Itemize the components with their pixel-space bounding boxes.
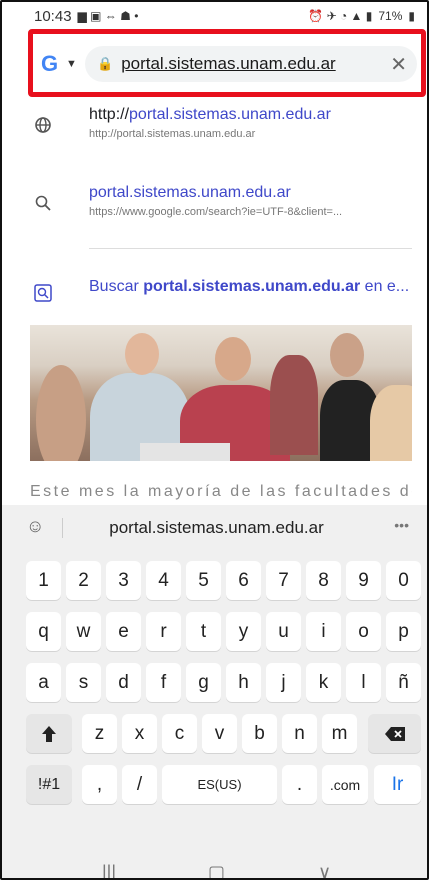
key-8[interactable]: 8 <box>306 561 341 600</box>
key-x[interactable]: x <box>122 714 157 753</box>
recents-icon[interactable]: ||| <box>102 862 116 878</box>
battery-icon: ▮ <box>408 9 415 23</box>
shift-icon <box>42 725 56 742</box>
key-r[interactable]: r <box>146 612 181 651</box>
key-9[interactable]: 9 <box>346 561 381 600</box>
search-in-page-suggestion[interactable]: Buscar portal.sistemas.unam.edu.ar en e.… <box>89 278 409 296</box>
key-h[interactable]: h <box>226 663 261 702</box>
students-photo <box>30 325 412 461</box>
notification-icons: ▆ ▣ ⇔ ☗ • <box>77 9 139 23</box>
symbols-key[interactable]: !#1 <box>26 765 72 804</box>
key-2[interactable]: 2 <box>66 561 101 600</box>
key-d[interactable]: d <box>106 663 141 702</box>
address-bar[interactable]: 🔒 portal.sistemas.unam.edu.ar ✕ <box>85 46 417 82</box>
address-bar-highlight: G ▼ 🔒 portal.sistemas.unam.edu.ar ✕ <box>28 29 426 97</box>
suggestion-title: portal.sistemas.unam.edu.ar <box>89 184 291 201</box>
keyboard-suggestion[interactable]: portal.sistemas.unam.edu.ar <box>2 518 427 538</box>
keyboard: ☺ portal.sistemas.unam.edu.ar ••• 1 2 3 … <box>2 505 427 878</box>
backspace-key[interactable] <box>368 714 421 753</box>
key-u[interactable]: u <box>266 612 301 651</box>
url-input[interactable]: portal.sistemas.unam.edu.ar <box>121 54 336 74</box>
key-e[interactable]: e <box>106 612 141 651</box>
key-5[interactable]: 5 <box>186 561 221 600</box>
key-4[interactable]: 4 <box>146 561 181 600</box>
key-m[interactable]: m <box>322 714 357 753</box>
key-0[interactable]: 0 <box>386 561 421 600</box>
phone-screen: 10:43 ▆ ▣ ⇔ ☗ • ⏰ ✈ ◔ ▲ ▮ 71% ▮ G ▼ 🔒 po… <box>0 0 429 880</box>
key-a[interactable]: a <box>26 663 61 702</box>
suggestion-search[interactable]: portal.sistemas.unam.edu.ar https://www.… <box>2 184 427 248</box>
space-key[interactable]: ES(US) <box>162 765 277 804</box>
key-b[interactable]: b <box>242 714 277 753</box>
home-icon[interactable]: ▢ <box>208 862 225 878</box>
key-t[interactable]: t <box>186 612 221 651</box>
key-z[interactable]: z <box>82 714 117 753</box>
system-icons: ⏰ ✈ ◔ ▲ ▮ <box>308 9 373 23</box>
more-options-icon[interactable]: ••• <box>394 517 409 533</box>
period-key[interactable]: . <box>282 765 317 804</box>
divider <box>89 248 412 249</box>
key-6[interactable]: 6 <box>226 561 261 600</box>
key-3[interactable]: 3 <box>106 561 141 600</box>
key-w[interactable]: w <box>66 612 101 651</box>
key-g[interactable]: g <box>186 663 221 702</box>
google-logo-icon[interactable]: G <box>41 51 58 77</box>
suggestion-title: http://portal.sistemas.unam.edu.ar <box>89 106 331 123</box>
search-icon <box>34 194 52 217</box>
key-n[interactable]: n <box>282 714 317 753</box>
key-1[interactable]: 1 <box>26 561 61 600</box>
shift-key[interactable] <box>26 714 72 753</box>
key-i[interactable]: i <box>306 612 341 651</box>
keyboard-toolbar: ☺ portal.sistemas.unam.edu.ar ••• <box>2 505 427 551</box>
key-ntilde[interactable]: ñ <box>386 663 421 702</box>
key-o[interactable]: o <box>346 612 381 651</box>
key-l[interactable]: l <box>346 663 381 702</box>
key-y[interactable]: y <box>226 612 261 651</box>
key-7[interactable]: 7 <box>266 561 301 600</box>
battery-level: 71% <box>378 9 403 23</box>
suggestion-subtitle: http://portal.sistemas.unam.edu.ar <box>89 128 256 140</box>
key-p[interactable]: p <box>386 612 421 651</box>
comma-key[interactable]: , <box>82 765 117 804</box>
article-text: Este mes la mayoría de las facultades de… <box>30 483 412 500</box>
key-q[interactable]: q <box>26 612 61 651</box>
search-page-icon <box>34 284 52 307</box>
dot-com-key[interactable]: .com <box>322 765 368 804</box>
clock: 10:43 <box>34 7 72 25</box>
suggestion-subtitle: https://www.google.com/search?ie=UTF-8&c… <box>89 206 343 218</box>
key-f[interactable]: f <box>146 663 181 702</box>
back-chevron-icon[interactable]: ∨ <box>318 862 331 878</box>
backspace-icon <box>384 726 405 741</box>
slash-key[interactable]: / <box>122 765 157 804</box>
go-key[interactable]: Ir <box>374 765 421 804</box>
globe-icon <box>34 116 52 139</box>
close-icon[interactable]: ✕ <box>390 52 407 77</box>
lock-icon: 🔒 <box>97 56 114 71</box>
key-c[interactable]: c <box>162 714 197 753</box>
key-j[interactable]: j <box>266 663 301 702</box>
key-s[interactable]: s <box>66 663 101 702</box>
chevron-down-icon[interactable]: ▼ <box>66 58 77 70</box>
status-bar: 10:43 ▆ ▣ ⇔ ☗ • ⏰ ✈ ◔ ▲ ▮ 71% ▮ <box>2 2 427 30</box>
key-k[interactable]: k <box>306 663 341 702</box>
suggestion-url[interactable]: http://portal.sistemas.unam.edu.ar http:… <box>2 106 427 170</box>
key-v[interactable]: v <box>202 714 237 753</box>
